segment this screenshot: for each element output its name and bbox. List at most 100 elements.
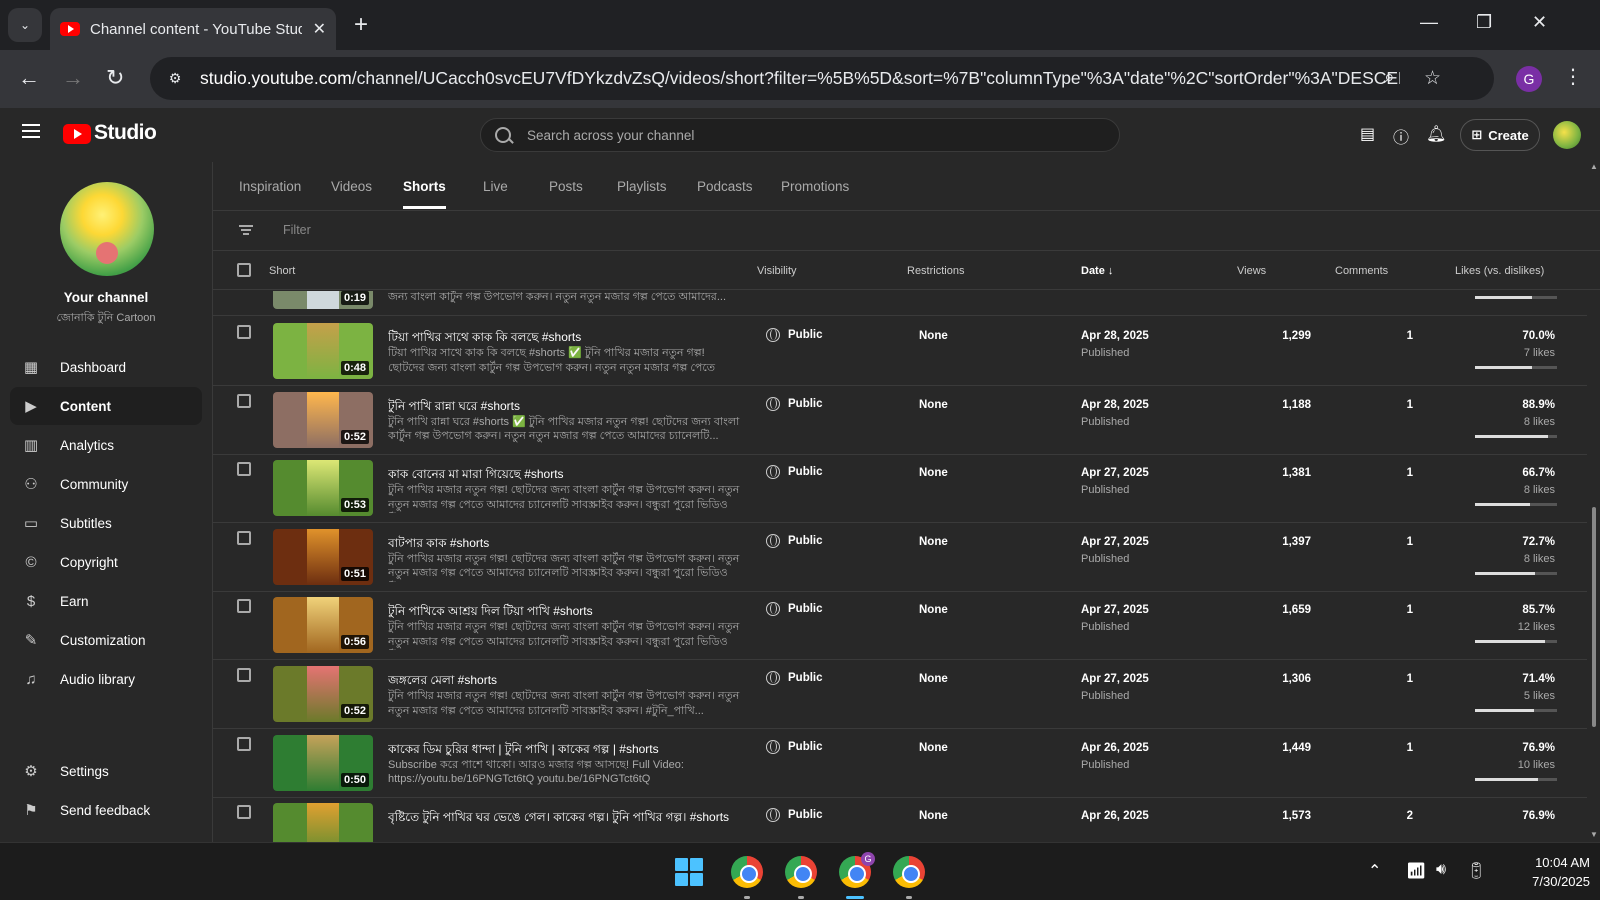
table-row[interactable]: 0:48 টিয়া পাখির সাথে কাক কি বলছে #shorts… bbox=[213, 316, 1587, 386]
minimize-icon[interactable]: — bbox=[1420, 12, 1438, 33]
taskbar-clock[interactable]: 10:04 AM 7/30/2025 bbox=[1500, 853, 1590, 891]
windows-start-icon[interactable] bbox=[675, 858, 703, 886]
visibility-dropdown[interactable]: Public bbox=[766, 602, 823, 617]
sidebar-item-community[interactable]: ⚇ Community bbox=[10, 465, 202, 503]
filter-input[interactable] bbox=[283, 223, 583, 237]
channel-avatar[interactable] bbox=[60, 182, 154, 276]
wifi-icon[interactable]: 📶︎ bbox=[1406, 861, 1426, 881]
column-date[interactable]: Date ↓ bbox=[1081, 265, 1113, 277]
visibility-dropdown[interactable]: Public bbox=[766, 465, 823, 480]
video-thumbnail[interactable]: 0:48 bbox=[273, 323, 373, 379]
back-icon[interactable]: ← bbox=[18, 65, 40, 91]
video-thumbnail[interactable]: 0:53 bbox=[273, 460, 373, 517]
help-icon[interactable]: ⓘ bbox=[1393, 124, 1409, 148]
chrome-icon[interactable] bbox=[893, 856, 925, 888]
tab-inspiration[interactable]: Inspiration bbox=[239, 179, 301, 194]
video-title[interactable]: বৃষ্টিতে টুনি পাখির ঘর ভেঙে গেল। কাকের গ… bbox=[388, 809, 748, 829]
tab-playlists[interactable]: Playlists bbox=[617, 179, 667, 194]
account-avatar[interactable] bbox=[1553, 121, 1581, 149]
messages-icon[interactable]: ▤ bbox=[1360, 124, 1375, 144]
table-row[interactable]: 0:53 কাক বোনের মা মারা গিয়েছে #shorts টুন… bbox=[213, 453, 1587, 524]
browser-tab[interactable]: Channel content - YouTube Studio ✕ bbox=[50, 8, 336, 50]
search-input[interactable] bbox=[527, 127, 1087, 143]
video-thumbnail[interactable]: 0:52 bbox=[273, 666, 373, 722]
content-scrollbar[interactable]: ▲ ▼ bbox=[1587, 162, 1600, 842]
video-thumbnail[interactable]: 0:19 bbox=[273, 291, 373, 309]
visibility-dropdown[interactable]: Public bbox=[766, 739, 823, 754]
browser-profile-avatar[interactable]: G bbox=[1516, 66, 1542, 92]
table-row[interactable]: 0:50 কাকের ডিম চুরির ধান্দা | টুনি পাখি |… bbox=[213, 728, 1587, 798]
sidebar-item-analytics[interactable]: ▥ Analytics bbox=[10, 426, 202, 464]
row-checkbox[interactable] bbox=[237, 736, 251, 751]
sidebar-item-customization[interactable]: ✎ Customization bbox=[10, 621, 202, 659]
table-row[interactable]: 0:51 বাটপার কাক #shorts টুনি পাখির মজার নত… bbox=[213, 522, 1587, 592]
column-comments[interactable]: Comments bbox=[1335, 265, 1388, 277]
chrome-icon[interactable] bbox=[731, 856, 763, 888]
forward-icon[interactable]: → bbox=[62, 65, 84, 91]
row-checkbox[interactable] bbox=[237, 530, 251, 545]
row-checkbox[interactable] bbox=[237, 462, 251, 477]
visibility-dropdown[interactable]: Public bbox=[766, 671, 823, 685]
visibility-dropdown[interactable]: Public bbox=[766, 328, 823, 342]
restore-icon[interactable]: ❐ bbox=[1476, 12, 1492, 33]
table-row[interactable]: বৃষ্টিতে টুনি পাখির ঘর ভেঙে গেল। কাকের গ… bbox=[213, 796, 1587, 842]
column-likes[interactable]: Likes (vs. dislikes) bbox=[1455, 265, 1544, 277]
scroll-up-icon[interactable]: ▲ bbox=[1590, 162, 1598, 171]
zoom-search-icon[interactable]: ⌕ bbox=[1384, 67, 1395, 89]
battery-icon[interactable]: 🔋︎ bbox=[1466, 861, 1486, 881]
hamburger-menu-icon[interactable] bbox=[22, 124, 40, 138]
video-thumbnail[interactable]: 0:51 bbox=[273, 528, 373, 585]
url-text[interactable]: studio.youtube.com/channel/UCacch0svcEU7… bbox=[200, 68, 1400, 89]
chrome-icon[interactable] bbox=[785, 856, 817, 888]
row-checkbox[interactable] bbox=[237, 325, 251, 339]
row-checkbox[interactable] bbox=[237, 393, 251, 408]
scroll-down-icon[interactable]: ▼ bbox=[1590, 830, 1598, 839]
studio-logo-text[interactable]: Studio bbox=[94, 121, 157, 145]
row-checkbox[interactable] bbox=[237, 805, 251, 820]
address-bar[interactable]: ⚙ studio.youtube.com/channel/UCacch0svcE… bbox=[150, 57, 1494, 100]
create-button[interactable]: ⊞ Create bbox=[1460, 119, 1540, 151]
table-row[interactable]: 0:56 টুনি পাখিকে আশ্রয় দিল টিয়া পাখি #s… bbox=[213, 590, 1587, 661]
table-row-partial[interactable]: 0:19 জন্য বাংলা কার্টুন গল্প উপভোগ করুন।… bbox=[213, 291, 1587, 316]
channel-search[interactable] bbox=[480, 118, 1120, 152]
notifications-bell-icon[interactable]: 🔔︎ bbox=[1426, 124, 1446, 144]
sidebar-item-send-feedback[interactable]: ⚑ Send feedback bbox=[10, 791, 202, 829]
visibility-dropdown[interactable]: Public bbox=[766, 533, 823, 548]
scrollbar-thumb[interactable] bbox=[1592, 507, 1596, 727]
sidebar-item-audio-library[interactable]: ♫ Audio library bbox=[10, 660, 202, 698]
video-thumbnail[interactable]: 0:50 bbox=[273, 734, 373, 791]
sidebar-item-earn[interactable]: $ Earn bbox=[10, 582, 202, 620]
visibility-dropdown[interactable]: Public bbox=[766, 396, 823, 411]
show-hidden-icons-chevron-icon[interactable]: ⌃ bbox=[1368, 861, 1381, 881]
video-thumbnail[interactable]: 0:56 bbox=[273, 597, 373, 654]
tab-promotions[interactable]: Promotions bbox=[781, 179, 849, 194]
bookmark-star-icon[interactable]: ☆ bbox=[1424, 67, 1441, 90]
select-all-checkbox[interactable] bbox=[237, 263, 251, 277]
table-row[interactable]: 0:52 জঙ্গলের মেলা #shorts টুনি পাখির মজার … bbox=[213, 659, 1587, 729]
sidebar-item-subtitles[interactable]: ▭ Subtitles bbox=[10, 504, 202, 542]
tab-shorts[interactable]: Shorts bbox=[403, 179, 446, 209]
column-views[interactable]: Views bbox=[1237, 265, 1266, 277]
new-tab-button[interactable]: + bbox=[354, 11, 368, 39]
filter-icon[interactable] bbox=[239, 225, 253, 235]
sidebar-item-dashboard[interactable]: ▦ Dashboard bbox=[10, 348, 202, 386]
video-thumbnail[interactable] bbox=[273, 803, 373, 842]
visibility-dropdown[interactable]: Public bbox=[766, 808, 823, 823]
close-tab-icon[interactable]: ✕ bbox=[313, 19, 326, 39]
tab-posts[interactable]: Posts bbox=[549, 179, 583, 194]
row-checkbox[interactable] bbox=[237, 668, 251, 682]
sidebar-item-content[interactable]: ▶ Content bbox=[10, 387, 202, 425]
close-window-icon[interactable]: ✕ bbox=[1532, 12, 1547, 33]
reload-icon[interactable]: ↻ bbox=[106, 65, 124, 91]
volume-icon[interactable]: 🔊︎ bbox=[1436, 861, 1446, 879]
sidebar-item-settings[interactable]: ⚙ Settings bbox=[10, 752, 202, 790]
site-info-icon[interactable]: ⚙ bbox=[164, 68, 186, 90]
video-thumbnail[interactable]: 0:52 bbox=[273, 391, 373, 448]
tab-podcasts[interactable]: Podcasts bbox=[697, 179, 753, 194]
your-channel-label[interactable]: Your channel bbox=[0, 290, 212, 305]
tab-videos[interactable]: Videos bbox=[331, 179, 372, 194]
table-row[interactable]: 0:52 টুনি পাখি রান্না ঘরে #shorts টুনি পাখ… bbox=[213, 385, 1587, 455]
browser-menu-icon[interactable]: ⋮ bbox=[1563, 64, 1583, 89]
row-checkbox[interactable] bbox=[237, 599, 251, 614]
youtube-logo-icon[interactable] bbox=[63, 124, 91, 144]
